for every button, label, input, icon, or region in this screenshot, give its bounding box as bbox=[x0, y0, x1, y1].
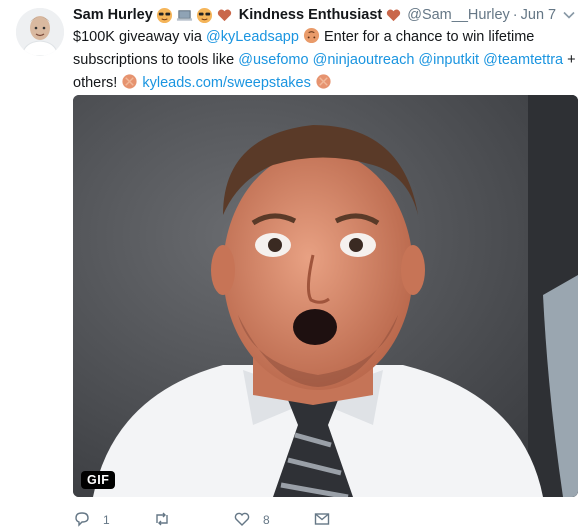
like-button[interactable]: 8 bbox=[233, 510, 313, 530]
display-name-title[interactable]: Kindness Enthusiast bbox=[239, 5, 382, 25]
gif-badge: GIF bbox=[81, 471, 116, 489]
reply-count: 1 bbox=[103, 513, 110, 527]
avatar[interactable] bbox=[16, 8, 64, 56]
like-count: 8 bbox=[263, 513, 270, 527]
chevron-down-icon[interactable] bbox=[562, 8, 576, 22]
avatar-image bbox=[16, 8, 64, 56]
tweet-text-segment: others! bbox=[73, 75, 122, 91]
tweet-date[interactable]: Jun 7 bbox=[521, 5, 556, 25]
url-link[interactable]: kyleads.com/sweepstakes bbox=[142, 75, 310, 91]
mention-link[interactable]: @ninjaoutreach bbox=[313, 52, 415, 68]
mention-link[interactable]: @inputkit bbox=[418, 52, 479, 68]
heart-emoji-icon bbox=[387, 9, 401, 21]
user-handle[interactable]: @Sam__Hurley bbox=[407, 5, 510, 25]
mention-link[interactable]: @usefomo bbox=[238, 52, 308, 68]
heart-emoji-icon bbox=[217, 9, 231, 21]
clapping-hands-emoji-icon bbox=[316, 74, 331, 89]
retweet-button[interactable] bbox=[153, 510, 233, 530]
clapping-hands-emoji-icon bbox=[122, 74, 137, 89]
tweet-text-segment: $100K giveaway via bbox=[73, 29, 206, 45]
laptop-emoji-icon bbox=[176, 9, 192, 21]
tweet[interactable]: Sam Hurley Kindness Enthusiast @Sam__Hur… bbox=[0, 0, 586, 527]
envelope-icon bbox=[314, 513, 330, 525]
mention-link[interactable]: @kyLeadsapp bbox=[206, 29, 299, 45]
reply-button[interactable]: 1 bbox=[73, 510, 153, 530]
tweet-text-segment: subscriptions to tools like bbox=[73, 52, 239, 68]
sunglasses-emoji-icon bbox=[156, 7, 172, 23]
separator-dot: · bbox=[512, 7, 518, 23]
tweet-actions: 1 8 bbox=[73, 510, 578, 530]
mention-link[interactable]: @teamtettra bbox=[483, 52, 563, 68]
excited-man-gif-image bbox=[73, 95, 578, 497]
tweet-header: Sam Hurley Kindness Enthusiast @Sam__Hur… bbox=[73, 5, 578, 25]
direct-message-button[interactable] bbox=[313, 510, 393, 530]
retweet-icon bbox=[156, 512, 168, 526]
sunglasses-emoji-icon bbox=[196, 7, 212, 23]
upside-down-face-emoji-icon bbox=[303, 27, 320, 44]
display-name[interactable]: Sam Hurley bbox=[73, 5, 153, 25]
tweet-text-segment: + bbox=[563, 52, 576, 68]
tweet-text-segment: Enter for a chance to win lifetime bbox=[319, 29, 535, 45]
reply-icon bbox=[75, 512, 89, 527]
heart-icon bbox=[234, 512, 250, 526]
gif-media[interactable]: GIF bbox=[73, 95, 578, 497]
tweet-text: $100K giveaway via @kyLeadsapp Enter for… bbox=[73, 26, 578, 95]
tweet-content: Sam Hurley Kindness Enthusiast @Sam__Hur… bbox=[73, 5, 578, 95]
